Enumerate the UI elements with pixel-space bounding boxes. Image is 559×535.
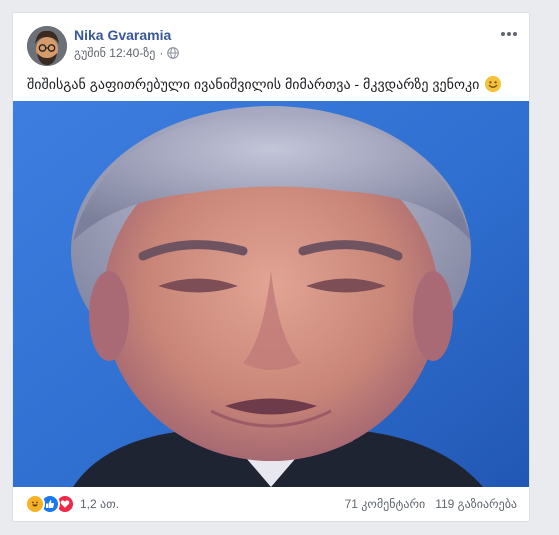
- post-photo[interactable]: [13, 101, 529, 487]
- post-stats: 71 კომენტარი 119 გაზიარება: [345, 497, 517, 511]
- smile-emoji: [485, 76, 502, 92]
- reaction-summary[interactable]: 1,2 ათ.: [25, 494, 119, 514]
- feed-page: Nika Gvaramia გუშინ 12:40-ზე · შიშისგან …: [0, 0, 559, 535]
- post-footer: 1,2 ათ. 71 კომენტარი 119 გაზიარება: [13, 487, 529, 521]
- post-header: Nika Gvaramia გუშინ 12:40-ზე ·: [13, 13, 529, 67]
- post-text: შიშისგან გაფითრებული ივანიშვილის მიმართვ…: [27, 75, 480, 92]
- meta-separator: ·: [159, 46, 164, 60]
- post-meta: გუშინ 12:40-ზე ·: [74, 46, 180, 60]
- comments-count[interactable]: 71 კომენტარი: [345, 497, 426, 511]
- photo-portrait: [13, 101, 529, 487]
- shares-count[interactable]: 119 გაზიარება: [435, 497, 517, 511]
- post-card: Nika Gvaramia გუშინ 12:40-ზე · შიშისგან …: [12, 12, 530, 522]
- reaction-count: 1,2 ათ.: [80, 497, 120, 511]
- post-timestamp[interactable]: გუშინ 12:40-ზე: [74, 46, 155, 60]
- more-options-icon[interactable]: [499, 27, 519, 41]
- author-name[interactable]: Nika Gvaramia: [74, 27, 171, 43]
- haha-reaction-icon: [25, 494, 45, 514]
- author-avatar[interactable]: [27, 26, 67, 66]
- post-text-row: შიშისგან გაფითრებული ივანიშვილის მიმართვ…: [13, 67, 529, 95]
- globe-icon[interactable]: [167, 47, 180, 59]
- avatar-illustration: [27, 26, 67, 66]
